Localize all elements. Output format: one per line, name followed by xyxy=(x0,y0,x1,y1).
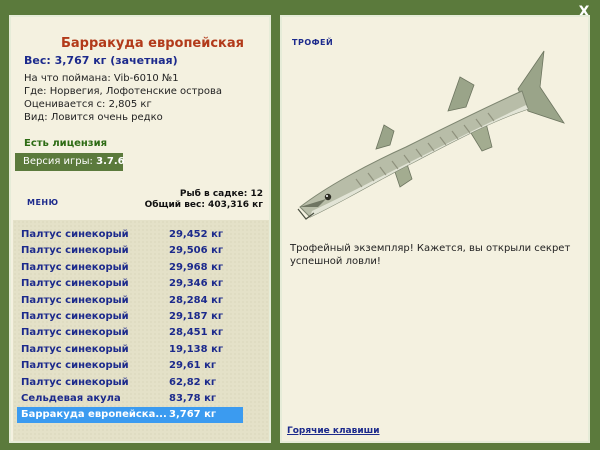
caught-with: На что поймана: Vib-6010 №1 xyxy=(24,73,179,84)
fish-name: Палтус синекорый xyxy=(21,311,129,322)
trophy-label: ТРОФЕЙ xyxy=(292,38,334,47)
list-item[interactable]: Барракуда европейска... 3,767 кг xyxy=(17,407,243,424)
fish-name: Сельдевая акула xyxy=(21,393,121,404)
valued-from: Оценивается с: 2,805 кг xyxy=(24,99,152,110)
fish-weight-value: 83,78 кг xyxy=(169,393,217,404)
fish-name: Палтус синекорый xyxy=(21,245,129,257)
license-status: Есть лицензия xyxy=(24,138,108,149)
list-item[interactable]: Палтус синекорый 29,187 кг xyxy=(17,309,243,325)
fish-name: Палтус синекорый xyxy=(21,360,129,372)
fish-name: Палтус синекорый xyxy=(21,294,129,306)
fish-info-panel: Барракуда европейская Вес: 3,767 кг (зач… xyxy=(9,15,271,443)
fish-name: Палтус синекорый xyxy=(21,229,129,240)
fish-name: Палтус синекорый xyxy=(21,261,129,273)
trophy-panel: ТРОФЕЙ Трофейный экземпляр! Кажется, вы … xyxy=(280,15,590,443)
list-item[interactable]: Палтус синекорый 29,346 кг xyxy=(17,276,243,292)
species-rarity: Вид: Ловится очень редко xyxy=(24,112,163,123)
version-label: Версия игры: xyxy=(23,156,97,167)
fish-weight-value: 29,346 кг xyxy=(169,278,224,290)
caught-where: Где: Норвегия, Лофотенские острова xyxy=(24,86,222,97)
fish-weight-value: 19,138 кг xyxy=(169,343,224,355)
fish-name: Барракуда европейска... xyxy=(21,409,167,421)
list-item[interactable]: Палтус синекорый 29,61 кг xyxy=(17,358,243,374)
fish-name: Палтус синекорый xyxy=(21,327,129,339)
list-item[interactable]: Палтус синекорый 19,138 кг xyxy=(17,342,243,358)
fish-count: Рыб в садке: 12 xyxy=(179,189,263,199)
fish-weight-value: 28,284 кг xyxy=(169,294,224,306)
fish-weight-value: 29,968 кг xyxy=(169,261,224,273)
list-item[interactable]: Палтус синекорый 28,284 кг xyxy=(17,293,243,309)
fish-name: Палтус синекорый xyxy=(21,278,129,290)
fish-weight-value: 29,187 кг xyxy=(169,311,224,322)
trophy-message: Трофейный экземпляр! Кажется, вы открыли… xyxy=(290,243,571,267)
fish-weight: Вес: 3,767 кг (зачетная) xyxy=(24,54,178,67)
keepnet-stats: Рыб в садке: 12 Общий вес: 403,316 кг xyxy=(145,189,263,211)
hotkeys-link[interactable]: Горячие клавиши xyxy=(287,426,380,436)
barracuda-image xyxy=(297,50,565,220)
catch-list[interactable]: Палтус синекорый 29,452 кг Палтус синекор… xyxy=(13,220,269,441)
fish-name: Палтус синекорый xyxy=(21,343,129,355)
list-item[interactable]: Палтус синекорый 28,451 кг xyxy=(17,325,243,341)
fish-title: Барракуда европейская xyxy=(61,36,244,51)
version-bar: Версия игры: 3.7.6 xyxy=(15,153,125,171)
list-item[interactable]: Палтус синекорый 29,452 кг xyxy=(17,227,243,243)
menu-button[interactable]: МЕНЮ xyxy=(27,198,59,207)
list-item[interactable]: Палтус синекорый 62,82 кг xyxy=(17,375,243,391)
fish-weight-value: 29,506 кг xyxy=(169,245,224,257)
fish-weight-value: 29,452 кг xyxy=(169,229,224,240)
list-item[interactable]: Палтус синекорый 29,506 кг xyxy=(17,243,243,259)
total-weight: Общий вес: 403,316 кг xyxy=(144,200,263,210)
fish-weight-value: 28,451 кг xyxy=(169,327,224,339)
list-item[interactable]: Сельдевая акула 83,78 кг xyxy=(17,391,243,407)
list-item[interactable]: Палтус синекорый 29,968 кг xyxy=(17,260,243,276)
fish-name: Палтус синекорый xyxy=(21,376,129,388)
version-value: 3.7.6 xyxy=(96,156,125,167)
fish-weight-value: 62,82 кг xyxy=(169,376,217,388)
fish-weight-value: 3,767 кг xyxy=(169,409,217,421)
fish-weight-value: 29,61 кг xyxy=(169,360,217,372)
